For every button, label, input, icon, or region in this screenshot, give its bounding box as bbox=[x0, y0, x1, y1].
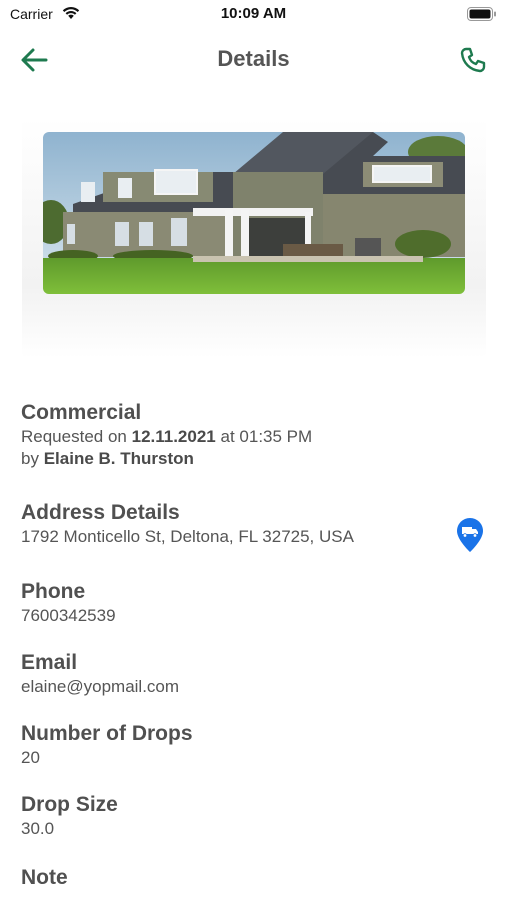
drops-value: 20 bbox=[21, 748, 40, 767]
note-label: Note bbox=[21, 866, 68, 889]
request-date-line: Requested on 12.11.2021 at 01:35 PM bbox=[21, 426, 461, 448]
battery-icon bbox=[467, 7, 496, 21]
status-bar: Carrier 10:09 AM bbox=[0, 0, 507, 28]
nav-bar: Details bbox=[0, 36, 507, 84]
phone-label: Phone bbox=[21, 580, 86, 603]
requester-name: Elaine B. Thurston bbox=[43, 449, 194, 468]
address-label: Address Details bbox=[21, 501, 180, 524]
time-prefix: at bbox=[220, 427, 235, 446]
request-time: 01:35 PM bbox=[239, 427, 313, 446]
request-date: 12.11.2021 bbox=[131, 427, 216, 446]
requested-prefix: Requested on bbox=[21, 427, 127, 446]
drop-size-section: Drop Size 30.0 bbox=[21, 792, 461, 840]
drops-section: Number of Drops 20 bbox=[21, 721, 461, 769]
phone-icon[interactable] bbox=[457, 44, 489, 76]
phone-section: Phone 7600342539 bbox=[21, 579, 461, 627]
by-prefix: by bbox=[21, 449, 39, 468]
address-section: Address Details 1792 Monticello St, Delt… bbox=[21, 500, 461, 548]
email-section: Email elaine@yopmail.com bbox=[21, 650, 461, 698]
drops-label: Number of Drops bbox=[21, 722, 193, 745]
request-type: Commercial bbox=[21, 401, 142, 424]
phone-value: 7600342539 bbox=[21, 606, 116, 625]
email-label: Email bbox=[21, 651, 78, 674]
request-summary: Commercial Requested on 12.11.2021 at 01… bbox=[21, 400, 461, 470]
map-pin-truck-icon[interactable] bbox=[456, 517, 484, 553]
requester-line: by Elaine B. Thurston bbox=[21, 448, 461, 470]
drop-size-label: Drop Size bbox=[21, 793, 118, 816]
status-time: 10:09 AM bbox=[220, 5, 287, 22]
page-title: Details bbox=[217, 46, 290, 71]
address-value: 1792 Monticello St, Deltona, FL 32725, U… bbox=[21, 527, 354, 546]
email-value: elaine@yopmail.com bbox=[21, 677, 180, 696]
property-image bbox=[43, 132, 465, 294]
note-section: Note bbox=[21, 865, 461, 891]
drop-size-value: 30.0 bbox=[21, 819, 55, 838]
